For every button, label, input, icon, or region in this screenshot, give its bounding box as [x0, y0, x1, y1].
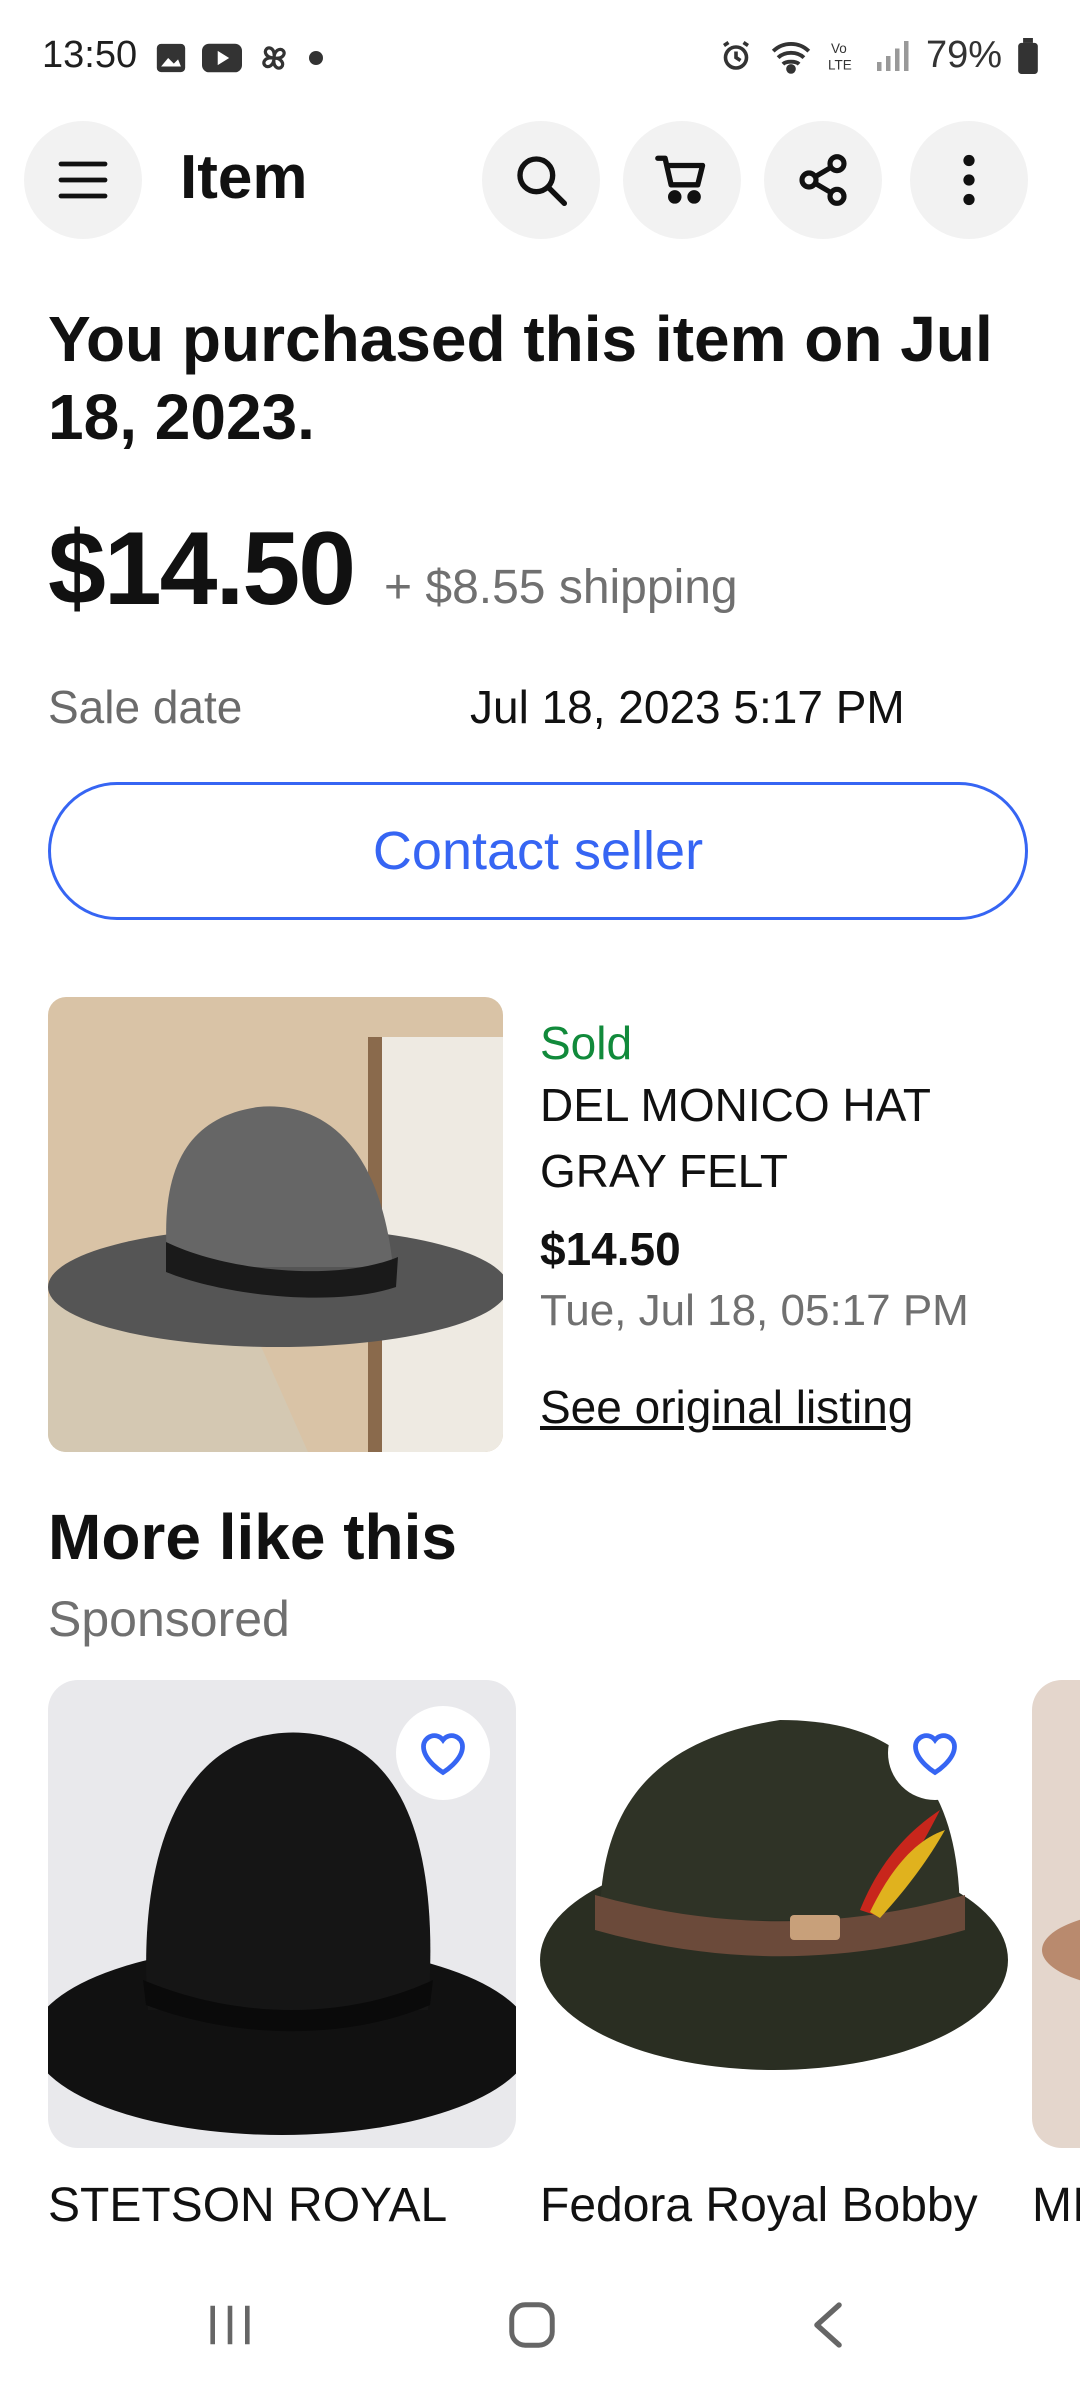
cart-button[interactable]: [623, 121, 741, 239]
more-like-this-title: More like this: [48, 1501, 457, 1573]
sponsored-label: Sponsored: [48, 1591, 290, 1647]
home-icon: [509, 2302, 555, 2348]
menu-button[interactable]: [24, 121, 142, 239]
volte-icon: VoLTE: [828, 41, 852, 73]
item-image[interactable]: [48, 997, 503, 1452]
pinwheel-icon: [262, 46, 286, 70]
recommendation-card-image[interactable]: [1032, 1680, 1080, 2148]
home-button[interactable]: [505, 2298, 559, 2357]
shipping-cost: + $8.55 shipping: [384, 561, 738, 614]
search-button[interactable]: [482, 121, 600, 239]
share-icon: [799, 154, 847, 206]
recent-apps-icon: [210, 2305, 250, 2345]
heart-icon: [913, 1733, 957, 1776]
gallery-icon: [156, 43, 186, 73]
sale-date-value: Jul 18, 2023 5:17 PM: [470, 681, 905, 733]
recommendation-card-title[interactable]: Fedora Royal Bobby: [540, 2178, 978, 2233]
wifi-icon: [771, 41, 811, 74]
more-options-button[interactable]: [910, 121, 1028, 239]
share-button[interactable]: [764, 121, 882, 239]
svg-text:LTE: LTE: [828, 57, 852, 72]
item-status: Sold: [540, 1017, 633, 1069]
item-title: DEL MONICO HAT GRAY FELT: [540, 1079, 931, 1197]
back-icon: [814, 2302, 842, 2348]
youtube-icon: [202, 43, 242, 73]
watch-button[interactable]: [888, 1706, 982, 1800]
dot-icon: [309, 51, 323, 65]
heart-icon: [421, 1733, 465, 1776]
status-right: Vo LTE 79%: [718, 34, 1038, 77]
battery-percent: 79%: [925, 34, 1002, 76]
purchase-price: $14.50: [48, 511, 356, 627]
search-icon: [517, 156, 568, 207]
svg-text:Vo: Vo: [831, 41, 847, 56]
back-button[interactable]: [808, 2298, 848, 2357]
purchase-message: You purchased this item on Jul 18, 2023.: [48, 303, 993, 453]
gray-fedora-image: [48, 997, 503, 1452]
system-navigation-bar: [0, 2252, 1080, 2400]
recommendation-card-title[interactable]: STETSON ROYAL: [48, 2178, 447, 2233]
item-date: Tue, Jul 18, 05:17 PM: [540, 1286, 969, 1335]
sale-date-label: Sale date: [48, 681, 243, 733]
cart-icon: [655, 155, 706, 204]
recent-apps-button[interactable]: [200, 2300, 260, 2355]
contact-seller-button[interactable]: Contact seller: [48, 782, 1028, 920]
signal-icon: [876, 40, 909, 71]
status-time: 13:50: [42, 34, 138, 76]
more-vert-icon: [963, 154, 975, 206]
menu-icon: [58, 161, 108, 199]
watch-button[interactable]: [396, 1706, 490, 1800]
battery-icon: [1018, 37, 1038, 74]
item-price: $14.50: [540, 1223, 681, 1275]
recommendation-card-title[interactable]: MI: [1032, 2178, 1080, 2233]
page-title: Item: [180, 143, 308, 212]
tan-hat-image: [1032, 1680, 1080, 2148]
see-original-listing-link[interactable]: See original listing: [540, 1380, 913, 1434]
alarm-icon: [722, 40, 749, 70]
status-left-icons: [154, 40, 326, 76]
